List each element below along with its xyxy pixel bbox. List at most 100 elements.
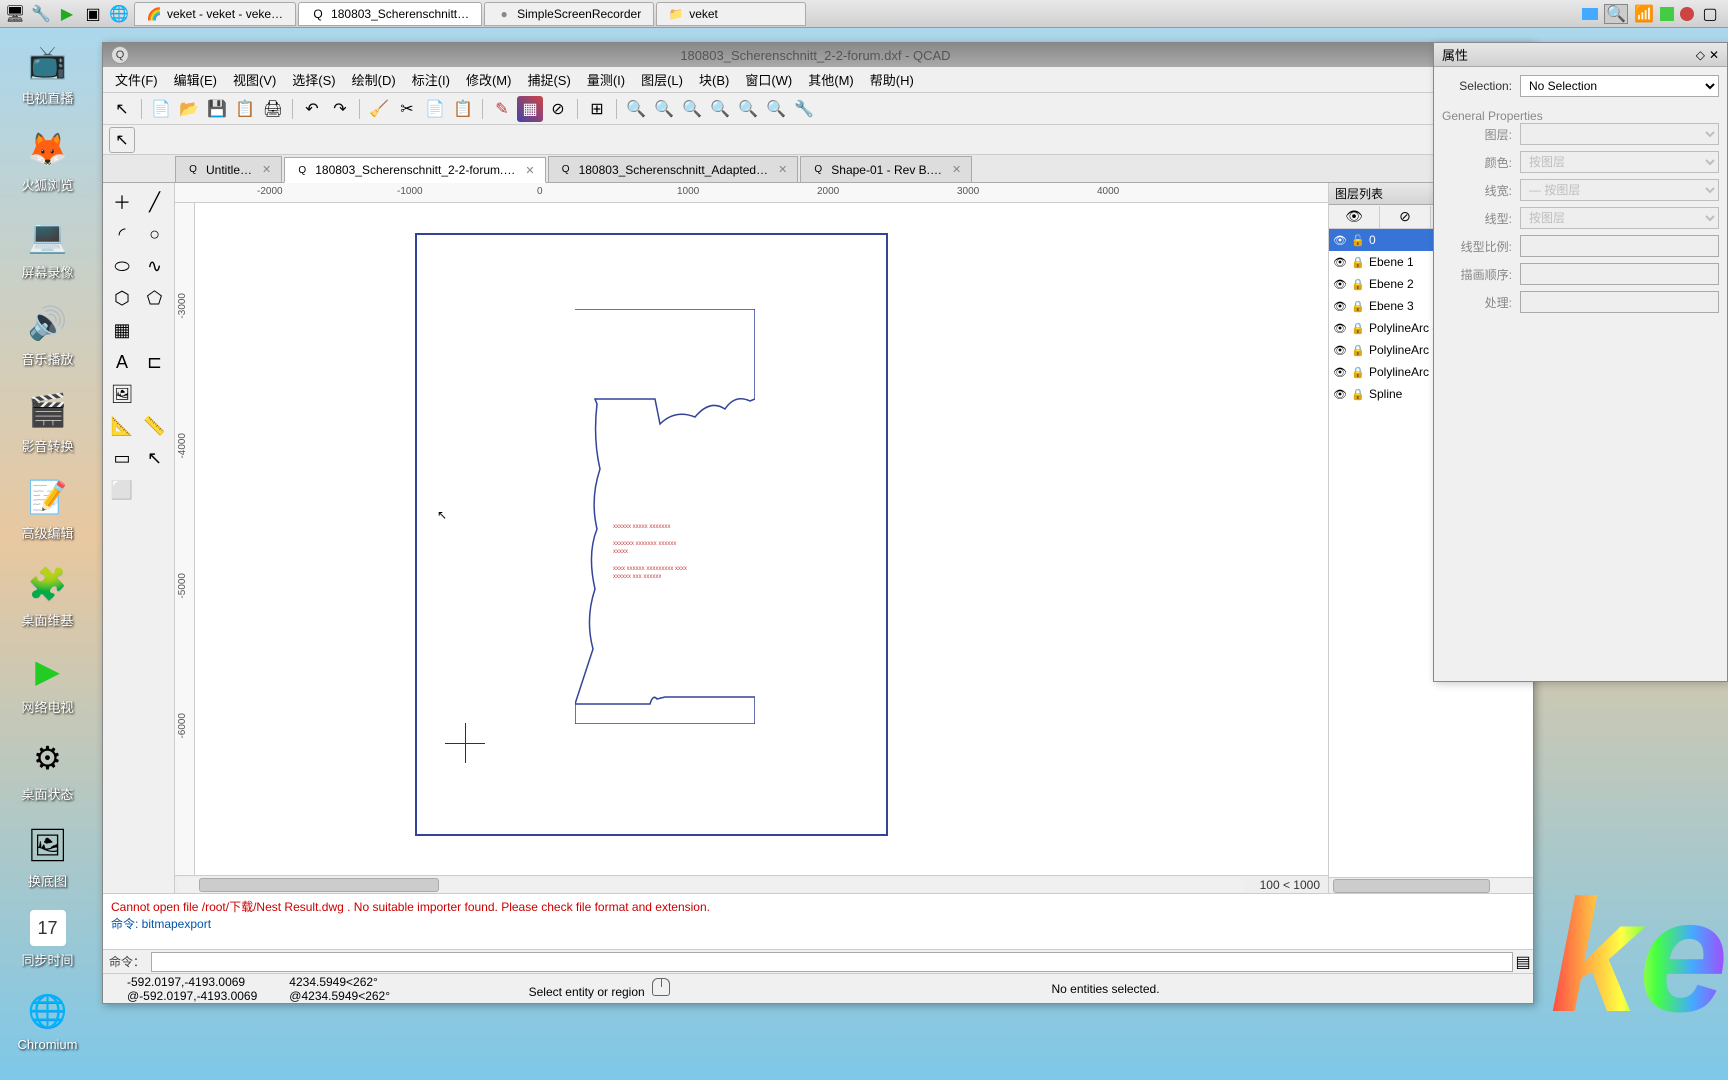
eye-icon[interactable]: 👁 bbox=[1333, 277, 1347, 291]
tray-search-icon[interactable]: 🔍 bbox=[1604, 4, 1628, 24]
menu-window[interactable]: 窗口(W) bbox=[737, 66, 800, 93]
taskbar-tab-recorder[interactable]: ●SimpleScreenRecorder bbox=[484, 2, 654, 26]
menu-edit[interactable]: 编辑(E) bbox=[166, 66, 225, 93]
lock-icon[interactable]: 🔒 bbox=[1351, 387, 1365, 401]
save-icon[interactable]: 💾 bbox=[204, 96, 230, 122]
modify-icon[interactable]: 📐 bbox=[107, 411, 137, 441]
start-icon[interactable]: 🖥 bbox=[4, 3, 26, 25]
fill-icon[interactable]: ▦ bbox=[517, 96, 543, 122]
zoom-window-icon[interactable]: 🔍 bbox=[707, 96, 733, 122]
desktop-icon-tv[interactable]: 📺电视直播 bbox=[10, 40, 85, 107]
prop-layer-select[interactable] bbox=[1520, 123, 1719, 145]
command-input[interactable] bbox=[151, 952, 1513, 972]
print-icon[interactable]: 🖨 bbox=[260, 96, 286, 122]
block-icon[interactable]: ⬜ bbox=[107, 475, 137, 505]
lock-icon[interactable]: 🔒 bbox=[1351, 321, 1365, 335]
prop-handle-input[interactable] bbox=[1520, 291, 1719, 313]
desktop-icon-nettv[interactable]: ▶网络电视 bbox=[10, 649, 85, 716]
zoom-realtime-icon[interactable]: 🔧 bbox=[791, 96, 817, 122]
lock-icon[interactable]: 🔒 bbox=[1351, 299, 1365, 313]
desktop-icon-convert[interactable]: 🎬影音转换 bbox=[10, 388, 85, 455]
browser-icon[interactable]: 🌐 bbox=[108, 3, 130, 25]
menu-file[interactable]: 文件(F) bbox=[107, 66, 166, 93]
close-icon[interactable]: ✕ bbox=[778, 163, 787, 176]
eye-icon[interactable]: 👁 bbox=[1333, 387, 1347, 401]
menu-view[interactable]: 视图(V) bbox=[225, 66, 284, 93]
undo-icon[interactable]: ↶ bbox=[299, 96, 325, 122]
erase-icon[interactable]: 🧹 bbox=[366, 96, 392, 122]
tray-network-icon[interactable]: 📶 bbox=[1634, 4, 1654, 24]
desktop-icon-wallpaper[interactable]: 🖼换底图 bbox=[10, 823, 85, 890]
menu-draw[interactable]: 绘制(D) bbox=[344, 66, 404, 93]
taskbar-tab-qcad[interactable]: Q180803_Scherenschnitt… bbox=[298, 2, 482, 26]
qcad-titlebar[interactable]: Q 180803_Scherenschnitt_2-2-forum.dxf - … bbox=[103, 43, 1533, 67]
tray-square-icon[interactable] bbox=[1582, 8, 1598, 20]
selection-dropdown[interactable]: No Selection bbox=[1520, 75, 1719, 97]
desktop-icon-status[interactable]: ⚙桌面状态 bbox=[10, 736, 85, 803]
scroll-thumb[interactable] bbox=[1333, 879, 1490, 893]
taskbar-tab-veket[interactable]: 🌈veket - veket - veke… bbox=[134, 2, 296, 26]
dim-icon[interactable]: ⊏ bbox=[140, 347, 170, 377]
menu-help[interactable]: 帮助(H) bbox=[862, 66, 922, 93]
deselect-icon[interactable]: ↖ bbox=[140, 443, 170, 473]
layer-hide-icon[interactable]: ⊘ bbox=[1380, 206, 1431, 228]
prop-color-select[interactable]: 按图层 bbox=[1520, 151, 1719, 173]
text-icon[interactable]: A bbox=[107, 347, 137, 377]
menu-modify[interactable]: 修改(M) bbox=[458, 66, 520, 93]
tray-close-icon[interactable]: ▢ bbox=[1700, 4, 1720, 24]
terminal-icon[interactable]: ▣ bbox=[82, 3, 104, 25]
menu-dimension[interactable]: 标注(I) bbox=[404, 66, 458, 93]
saveas-icon[interactable]: 📋 bbox=[232, 96, 258, 122]
desktop-icon-editor[interactable]: 📝高级编辑 bbox=[10, 475, 85, 542]
drawing-canvas[interactable]: xxxxxx xxxxx xxxxxxx xxxxxxx xxxxxxx xxx… bbox=[195, 203, 1328, 875]
prop-lineweight-select[interactable]: — 按图层 bbox=[1520, 179, 1719, 201]
menu-measure[interactable]: 量测(I) bbox=[579, 66, 633, 93]
float-icon[interactable]: ◇ bbox=[1696, 48, 1705, 62]
close-icon[interactable]: ✕ bbox=[262, 163, 271, 176]
menu-snap[interactable]: 捕捉(S) bbox=[519, 66, 578, 93]
arc-icon[interactable]: ◜ bbox=[107, 219, 137, 249]
menu-block[interactable]: 块(B) bbox=[691, 66, 737, 93]
measure-icon[interactable]: 📏 bbox=[140, 411, 170, 441]
copy-icon[interactable]: 📄 bbox=[422, 96, 448, 122]
close-icon[interactable]: ✕ bbox=[1709, 48, 1719, 62]
lock-icon[interactable]: 🔒 bbox=[1351, 255, 1365, 269]
open-icon[interactable]: 📂 bbox=[176, 96, 202, 122]
prop-draworder-input[interactable] bbox=[1520, 263, 1719, 285]
menu-select[interactable]: 选择(S) bbox=[284, 66, 343, 93]
apps-icon[interactable]: 🔧 bbox=[30, 3, 52, 25]
taskbar-tab-filemgr[interactable]: 📁veket bbox=[656, 2, 806, 26]
properties-title[interactable]: 属性 ◇ ✕ bbox=[1434, 43, 1727, 67]
doc-tab-untitled[interactable]: QUntitle…✕ bbox=[175, 156, 282, 182]
desktop-icon-chromium[interactable]: 🌐Chromium bbox=[10, 989, 85, 1052]
eye-icon[interactable]: 👁 bbox=[1333, 255, 1347, 269]
cut-icon[interactable]: ✂ bbox=[394, 96, 420, 122]
new-icon[interactable]: 📄 bbox=[148, 96, 174, 122]
nofill-icon[interactable]: ⊘ bbox=[545, 96, 571, 122]
select-tool-icon[interactable]: ↖ bbox=[109, 127, 135, 153]
lock-open-icon[interactable]: 🔓 bbox=[1351, 233, 1365, 247]
zoom-in-icon[interactable]: 🔍 bbox=[623, 96, 649, 122]
play-icon[interactable]: ▶ bbox=[56, 3, 78, 25]
line-2pt-icon[interactable]: ＋ bbox=[107, 187, 137, 217]
tray-red-icon[interactable] bbox=[1680, 7, 1694, 21]
lock-icon[interactable]: 🔒 bbox=[1351, 365, 1365, 379]
tray-green-icon[interactable] bbox=[1660, 7, 1674, 21]
doc-tab-scherenschnitt[interactable]: Q180803_Scherenschnitt_2-2-forum.…✕ bbox=[284, 157, 545, 183]
image-icon[interactable]: 🖼 bbox=[107, 379, 137, 409]
doc-tab-adapted[interactable]: Q180803_Scherenschnitt_Adapted…✕ bbox=[548, 156, 799, 182]
ellipse-icon[interactable]: ⬭ bbox=[107, 251, 137, 281]
redo-icon[interactable]: ↷ bbox=[327, 96, 353, 122]
layer-scrollbar[interactable] bbox=[1329, 877, 1533, 893]
pointer-tool-icon[interactable]: ↖ bbox=[109, 96, 135, 122]
eye-icon[interactable]: 👁 bbox=[1333, 321, 1347, 335]
desktop-icon-wiki[interactable]: 🧩桌面维基 bbox=[10, 562, 85, 629]
spline-icon[interactable]: ∿ bbox=[140, 251, 170, 281]
close-icon[interactable]: ✕ bbox=[525, 164, 534, 177]
desktop-icon-music[interactable]: 🔊音乐播放 bbox=[10, 301, 85, 368]
zoom-pan-icon[interactable]: 🔍 bbox=[763, 96, 789, 122]
lock-icon[interactable]: 🔒 bbox=[1351, 343, 1365, 357]
layer-vis-icon[interactable]: 👁 bbox=[1329, 206, 1380, 228]
desktop-icon-synctime[interactable]: 17同步时间 bbox=[10, 910, 85, 969]
eye-icon[interactable]: 👁 bbox=[1333, 299, 1347, 313]
